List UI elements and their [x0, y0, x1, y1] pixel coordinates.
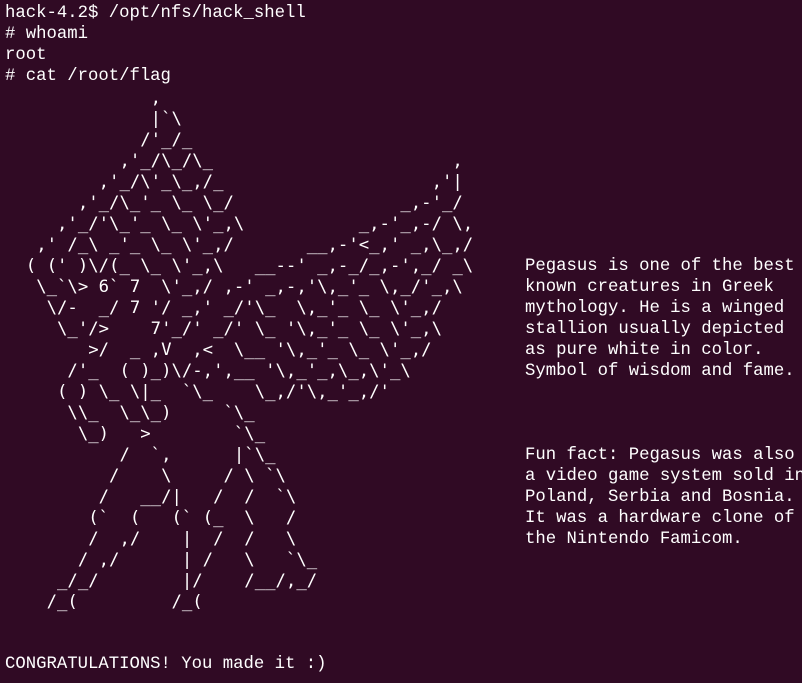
pegasus-description-text: Pegasus is one of the best known creatur…	[525, 257, 795, 381]
pegasus-ascii-art: , |`\ /'_/_ ,'_/\_/\_ , ,'_/\'_\_,/_ ,'|…	[25, 88, 474, 612]
whoami-output-line: root	[5, 46, 47, 65]
fun-fact-text: Fun fact: Pegasus was also a video game …	[525, 446, 802, 549]
congratulations-message: CONGRATULATIONS! You made it :)	[5, 655, 327, 674]
terminal-window[interactable]: hack-4.2$ /opt/nfs/hack_shell # whoami r…	[0, 0, 802, 683]
cat-command-line: # cat /root/flag	[5, 67, 171, 86]
whoami-command-line: # whoami	[5, 25, 88, 44]
prompt-command-line: hack-4.2$ /opt/nfs/hack_shell	[5, 4, 306, 23]
flag-description: Pegasus is one of the best known creatur…	[525, 214, 802, 592]
